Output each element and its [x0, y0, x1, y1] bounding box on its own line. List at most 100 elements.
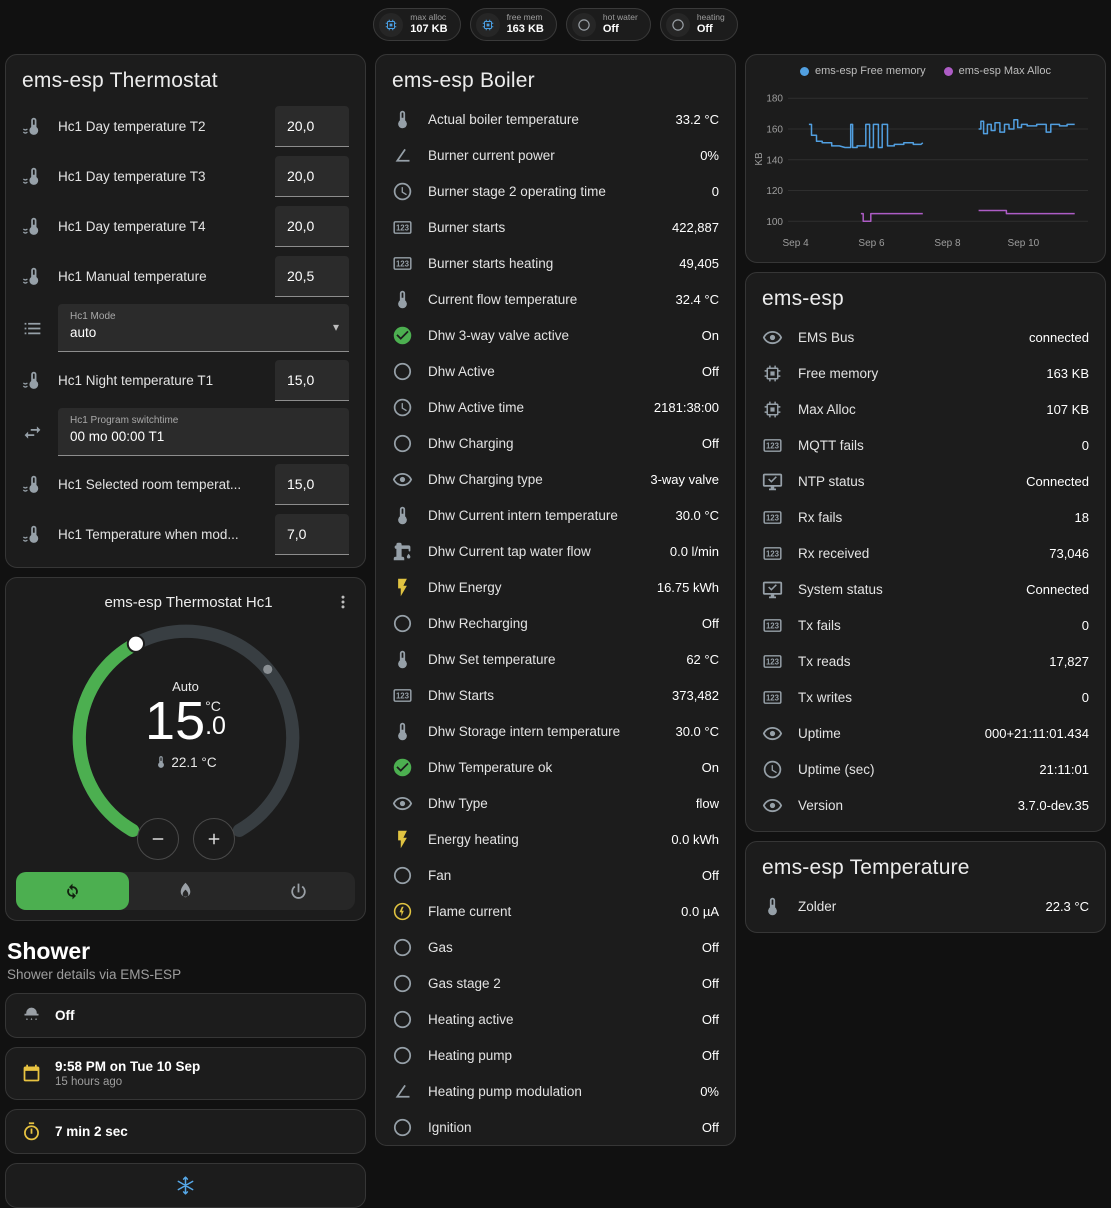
entity-row[interactable]: 123Rx fails18	[746, 499, 1105, 535]
entity-row[interactable]: Free memory163 KB	[746, 355, 1105, 391]
shower-card[interactable]	[5, 1163, 366, 1208]
entity-value: Off	[702, 1048, 719, 1063]
legend-item[interactable]: ems-esp Free memory	[800, 65, 926, 77]
entity-value: 3-way valve	[650, 472, 719, 487]
entity-row[interactable]: Dhw ActiveOff	[376, 353, 735, 389]
shower-card[interactable]: 7 min 2 sec	[5, 1109, 366, 1154]
entity-value: Connected	[1026, 474, 1089, 489]
svg-text:123: 123	[766, 513, 780, 522]
entity-row[interactable]: Zolder22.3 °C	[746, 888, 1105, 924]
badge-heating[interactable]: heatingOff	[660, 8, 738, 41]
entity-row[interactable]: Gas stage 2Off	[376, 965, 735, 1001]
text-input[interactable]: Hc1 Program switchtime00 mo 00:00 T1	[58, 408, 349, 456]
number-input[interactable]: 20,0	[275, 106, 349, 147]
entity-row[interactable]: Dhw Current intern temperature30.0 °C	[376, 497, 735, 533]
entity-row[interactable]: Uptime000+21:11:01.434	[746, 715, 1105, 751]
shower-card[interactable]: 9:58 PM on Tue 10 Sep15 hours ago	[5, 1047, 366, 1100]
entity-value: 373,482	[672, 688, 719, 703]
chevron-down-icon: ▾	[333, 320, 339, 334]
svg-text:120: 120	[766, 186, 783, 197]
hvac-mode-off-button[interactable]	[242, 872, 355, 910]
entity-row[interactable]: Flame current0.0 µA	[376, 893, 735, 929]
entity-row[interactable]: 123Tx writes0	[746, 679, 1105, 715]
entity-row[interactable]: FanOff	[376, 857, 735, 893]
badge-free-mem[interactable]: free mem163 KB	[470, 8, 557, 41]
entity-value: Off	[702, 616, 719, 631]
badge-hot-water[interactable]: hot waterOff	[566, 8, 651, 41]
entity-row[interactable]: Max Alloc107 KB	[746, 391, 1105, 427]
badge-label: hot water	[603, 13, 638, 23]
section-title: Shower	[7, 938, 364, 965]
bolt-icon	[392, 829, 413, 850]
entity-row[interactable]: Dhw Typeflow	[376, 785, 735, 821]
card-title: ems-esp	[746, 273, 1105, 319]
entity-row[interactable]: Burner stage 2 operating time0	[376, 173, 735, 209]
svg-text:140: 140	[766, 155, 783, 166]
entity-label: Dhw Type	[428, 796, 688, 811]
entity-row[interactable]: 123Tx reads17,827	[746, 643, 1105, 679]
middle-column: ems-esp Boiler Actual boiler temperature…	[375, 54, 736, 1146]
entity-row[interactable]: 123Burner starts422,887	[376, 209, 735, 245]
entity-row[interactable]: Dhw Current tap water flow0.0 l/min	[376, 533, 735, 569]
entity-row[interactable]: Dhw ChargingOff	[376, 425, 735, 461]
number-input[interactable]: 20,0	[275, 206, 349, 247]
mode-select[interactable]: Hc1 Modeauto▾	[58, 304, 349, 352]
number-input[interactable]: 15,0	[275, 360, 349, 401]
entity-row[interactable]: Current flow temperature32.4 °C	[376, 281, 735, 317]
entity-row[interactable]: Dhw 3-way valve activeOn	[376, 317, 735, 353]
entity-row[interactable]: Actual boiler temperature33.2 °C	[376, 101, 735, 137]
entity-label: Tx reads	[798, 654, 1041, 669]
chip-icon	[762, 363, 783, 384]
entity-row[interactable]: Version3.7.0-dev.35	[746, 787, 1105, 823]
thermostat-settings-rows: Hc1 Day temperature T220,0Hc1 Day temper…	[6, 101, 365, 567]
entity-row[interactable]: 123MQTT fails0	[746, 427, 1105, 463]
entity-label: Zolder	[798, 899, 1037, 914]
hvac-mode-auto-button[interactable]	[16, 872, 129, 910]
counter-icon: 123	[762, 615, 783, 636]
badge-max-alloc[interactable]: max alloc107 KB	[373, 8, 460, 41]
entity-row[interactable]: Dhw Storage intern temperature30.0 °C	[376, 713, 735, 749]
entity-row[interactable]: System statusConnected	[746, 571, 1105, 607]
entity-row[interactable]: Energy heating0.0 kWh	[376, 821, 735, 857]
entity-row[interactable]: Heating pumpOff	[376, 1037, 735, 1073]
entity-row[interactable]: Dhw Active time2181:38:00	[376, 389, 735, 425]
bolt-icon	[392, 577, 413, 598]
entity-row[interactable]: GasOff	[376, 929, 735, 965]
entity-label: NTP status	[798, 474, 1018, 489]
legend-item[interactable]: ems-esp Max Alloc	[944, 65, 1051, 77]
increase-temp-button[interactable]	[193, 818, 235, 860]
badge-value: 163 KB	[507, 23, 544, 36]
hvac-mode-heat-button[interactable]	[129, 872, 242, 910]
entity-value: 3.7.0-dev.35	[1018, 798, 1089, 813]
number-input[interactable]: 15,0	[275, 464, 349, 505]
entity-row[interactable]: 123Burner starts heating49,405	[376, 245, 735, 281]
entity-row[interactable]: Heating activeOff	[376, 1001, 735, 1037]
entity-row[interactable]: Dhw Charging type3-way valve	[376, 461, 735, 497]
entity-row[interactable]: Dhw Energy16.75 kWh	[376, 569, 735, 605]
number-input[interactable]: 20,5	[275, 256, 349, 297]
badge-label: max alloc	[410, 13, 447, 23]
entity-row[interactable]: Heating pump modulation0%	[376, 1073, 735, 1109]
number-input[interactable]: 20,0	[275, 156, 349, 197]
entity-row[interactable]: 123Dhw Starts373,482	[376, 677, 735, 713]
entity-row[interactable]: 123Tx fails0	[746, 607, 1105, 643]
number-input[interactable]: 7,0	[275, 514, 349, 555]
entity-row[interactable]: Uptime (sec)21:11:01	[746, 751, 1105, 787]
eye-icon	[392, 469, 413, 490]
entity-row[interactable]: Dhw Set temperature62 °C	[376, 641, 735, 677]
badge-label: heating	[697, 13, 725, 23]
shower-card[interactable]: Off	[5, 993, 366, 1038]
entity-row[interactable]: EMS Busconnected	[746, 319, 1105, 355]
entity-row[interactable]: IgnitionOff	[376, 1109, 735, 1145]
entity-row[interactable]: Dhw RechargingOff	[376, 605, 735, 641]
entity-row[interactable]: Dhw Temperature okOn	[376, 749, 735, 785]
thermostat-dial[interactable]: Auto 15 °C .0 22.1 °C	[64, 616, 308, 860]
more-options-icon[interactable]	[333, 592, 353, 612]
decrease-temp-button[interactable]	[137, 818, 179, 860]
monitor-check-icon	[762, 471, 783, 492]
entity-label: Dhw Current intern temperature	[428, 508, 667, 523]
entity-value: 163 KB	[1046, 366, 1089, 381]
entity-row[interactable]: 123Rx received73,046	[746, 535, 1105, 571]
entity-row[interactable]: Burner current power0%	[376, 137, 735, 173]
entity-row[interactable]: NTP status Connected	[746, 463, 1105, 499]
